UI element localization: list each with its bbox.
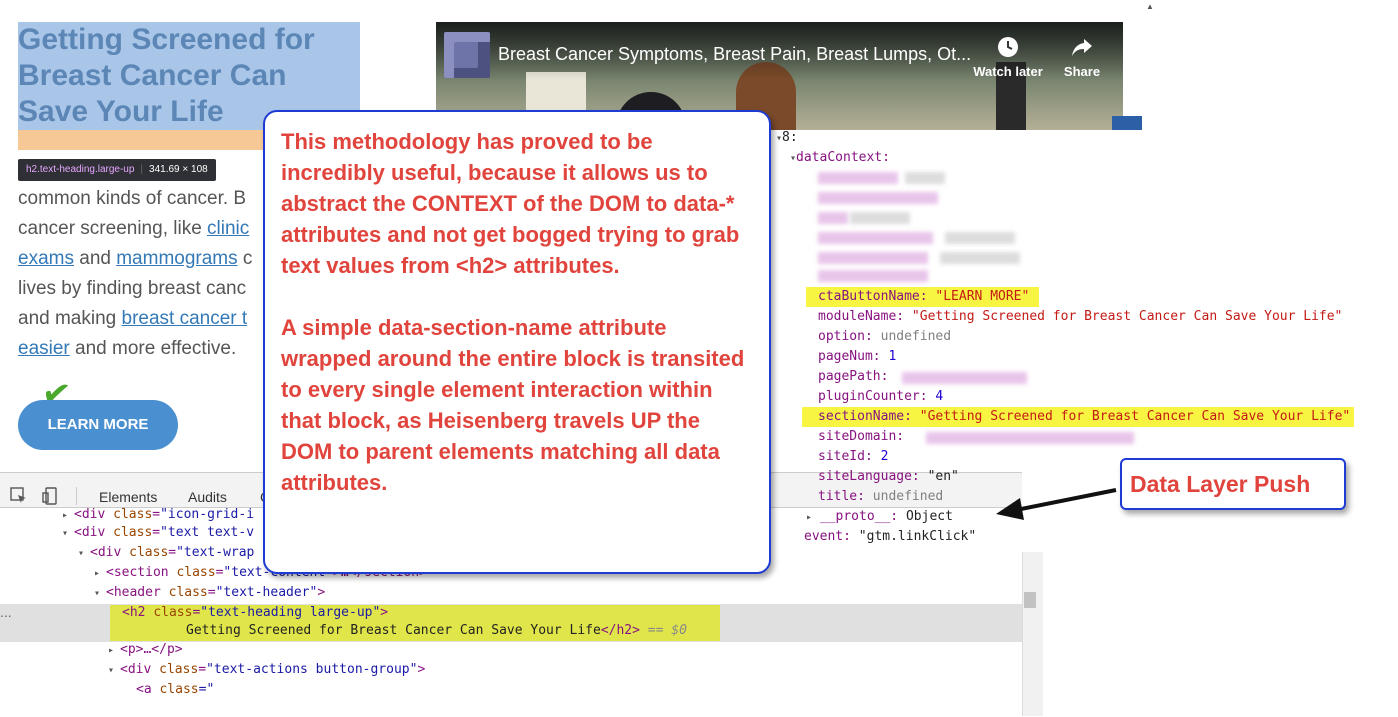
exams-link[interactable]: exams (18, 248, 74, 269)
device-toolbar-icon[interactable] (42, 487, 60, 505)
redacted-value (905, 172, 945, 184)
console-row-siteid[interactable]: siteId: 2 (818, 447, 888, 467)
redacted-value (818, 172, 898, 184)
tooltip-size: 341.69 × 108 (149, 164, 208, 175)
console-row-option[interactable]: option: undefined (818, 327, 951, 347)
watch-later-label: Watch later (973, 64, 1043, 79)
redacted-value (926, 432, 1134, 444)
page-edge-block (1112, 116, 1142, 130)
console-scrollbar-thumb[interactable] (1024, 592, 1036, 608)
dom-node[interactable]: ▾ <header class="text-header"> (94, 583, 325, 603)
para-text: and more effective. (69, 338, 237, 359)
console-row-plugincounter[interactable]: pluginCounter: 4 (818, 387, 943, 407)
console-row-event[interactable]: event: "gtm.linkClick" (804, 527, 976, 547)
inspect-element-icon[interactable] (10, 487, 28, 505)
para-text: lives by finding breast canc (18, 278, 247, 299)
redacted-value (902, 372, 1027, 384)
learn-more-button[interactable]: LEARN MORE (18, 400, 178, 450)
para-text: and making (18, 308, 122, 329)
dom-node[interactable]: ▸ <p>…</p> (108, 640, 183, 660)
console-row-modulename[interactable]: moduleName: "Getting Screened for Breast… (818, 307, 1342, 327)
redacted-value (818, 252, 928, 264)
share-label: Share (1063, 64, 1101, 79)
dom-node-h2[interactable]: <h2 class="text-heading large-up"> (122, 603, 388, 623)
redacted-value (850, 212, 910, 224)
tab-elements[interactable]: Elements (99, 473, 157, 507)
console-scrollbar-track[interactable] (1022, 552, 1043, 716)
breast-cancer-treatment-link[interactable]: breast cancer t (122, 308, 248, 329)
mammograms-link[interactable]: mammograms (116, 248, 237, 269)
para-text: common kinds of cancer. B (18, 188, 247, 209)
dom-node[interactable]: ▾ <div class="text text-v (62, 523, 254, 543)
para-text: cancer screening, like (18, 218, 208, 239)
dom-node[interactable]: ▾ <div class="text-actions button-group"> (108, 660, 425, 680)
console-row-sitelanguage[interactable]: siteLanguage: "en" (818, 467, 959, 487)
para-text: c (237, 248, 253, 269)
channel-avatar[interactable] (444, 32, 490, 78)
annotation-arrow-icon (996, 488, 1117, 520)
share-button[interactable]: Share (1056, 36, 1108, 79)
clinical-exams-link[interactable]: clinic (207, 218, 249, 239)
console-row-proto[interactable]: ▸ __proto__: Object (806, 507, 953, 527)
key: dataContext: (796, 150, 890, 165)
para-text: and (73, 248, 117, 269)
scroll-up-icon[interactable]: ▲ (1146, 2, 1154, 11)
callout-paragraph: A simple data-section-name attribute wra… (281, 315, 745, 495)
data-layer-push-callout: Data Layer Push (1120, 458, 1346, 510)
dom-node[interactable]: <a class=" (136, 680, 214, 700)
callout-paragraph: This methodology has proved to be incred… (281, 129, 740, 278)
console-row-pagenum[interactable]: pageNum: 1 (818, 347, 896, 367)
console-row-title[interactable]: title: undefined (818, 487, 943, 507)
annotation-callout: This methodology has proved to be incred… (263, 110, 771, 574)
console-row-sitedomain[interactable]: siteDomain: (818, 427, 904, 447)
console-row-ctabuttonname[interactable]: ctaButtonName: "LEARN MORE" (806, 287, 1040, 307)
dom-node-h2-text[interactable]: Getting Screened for Breast Cancer Can S… (186, 621, 687, 641)
console-row-sectionname[interactable]: sectionName: "Getting Screened for Breas… (802, 407, 1355, 427)
toolbar-divider (76, 487, 77, 505)
console-index[interactable]: ▾8: (776, 128, 798, 148)
dom-node[interactable]: ▾ <div class="text-wrap (78, 543, 254, 563)
watch-later-button[interactable]: Watch later (968, 36, 1048, 79)
redacted-value (818, 212, 848, 224)
console-datacontext[interactable]: ▾dataContext: (790, 148, 890, 168)
node-menu-ellipsis[interactable]: ... (0, 604, 12, 620)
console-index-label: 8: (782, 130, 798, 145)
tab-audits[interactable]: Audits (188, 473, 227, 507)
console-row-pagepath[interactable]: pagePath: (818, 367, 888, 387)
easier-link[interactable]: easier (18, 338, 70, 359)
tooltip-selector: h2.text-heading.large-up (26, 164, 135, 175)
video-title[interactable]: Breast Cancer Symptoms, Breast Pain, Bre… (498, 44, 971, 65)
redacted-value (818, 232, 933, 244)
redacted-value (818, 270, 928, 282)
redacted-value (940, 252, 1020, 264)
dom-node[interactable]: ▸ <div class="icon-grid-i (62, 505, 254, 525)
redacted-value (945, 232, 1015, 244)
clock-icon (998, 37, 1018, 57)
redacted-value (818, 192, 938, 204)
inspect-tooltip: h2.text-heading.large-up | 341.69 × 108 (18, 159, 216, 181)
share-icon (1072, 39, 1092, 56)
